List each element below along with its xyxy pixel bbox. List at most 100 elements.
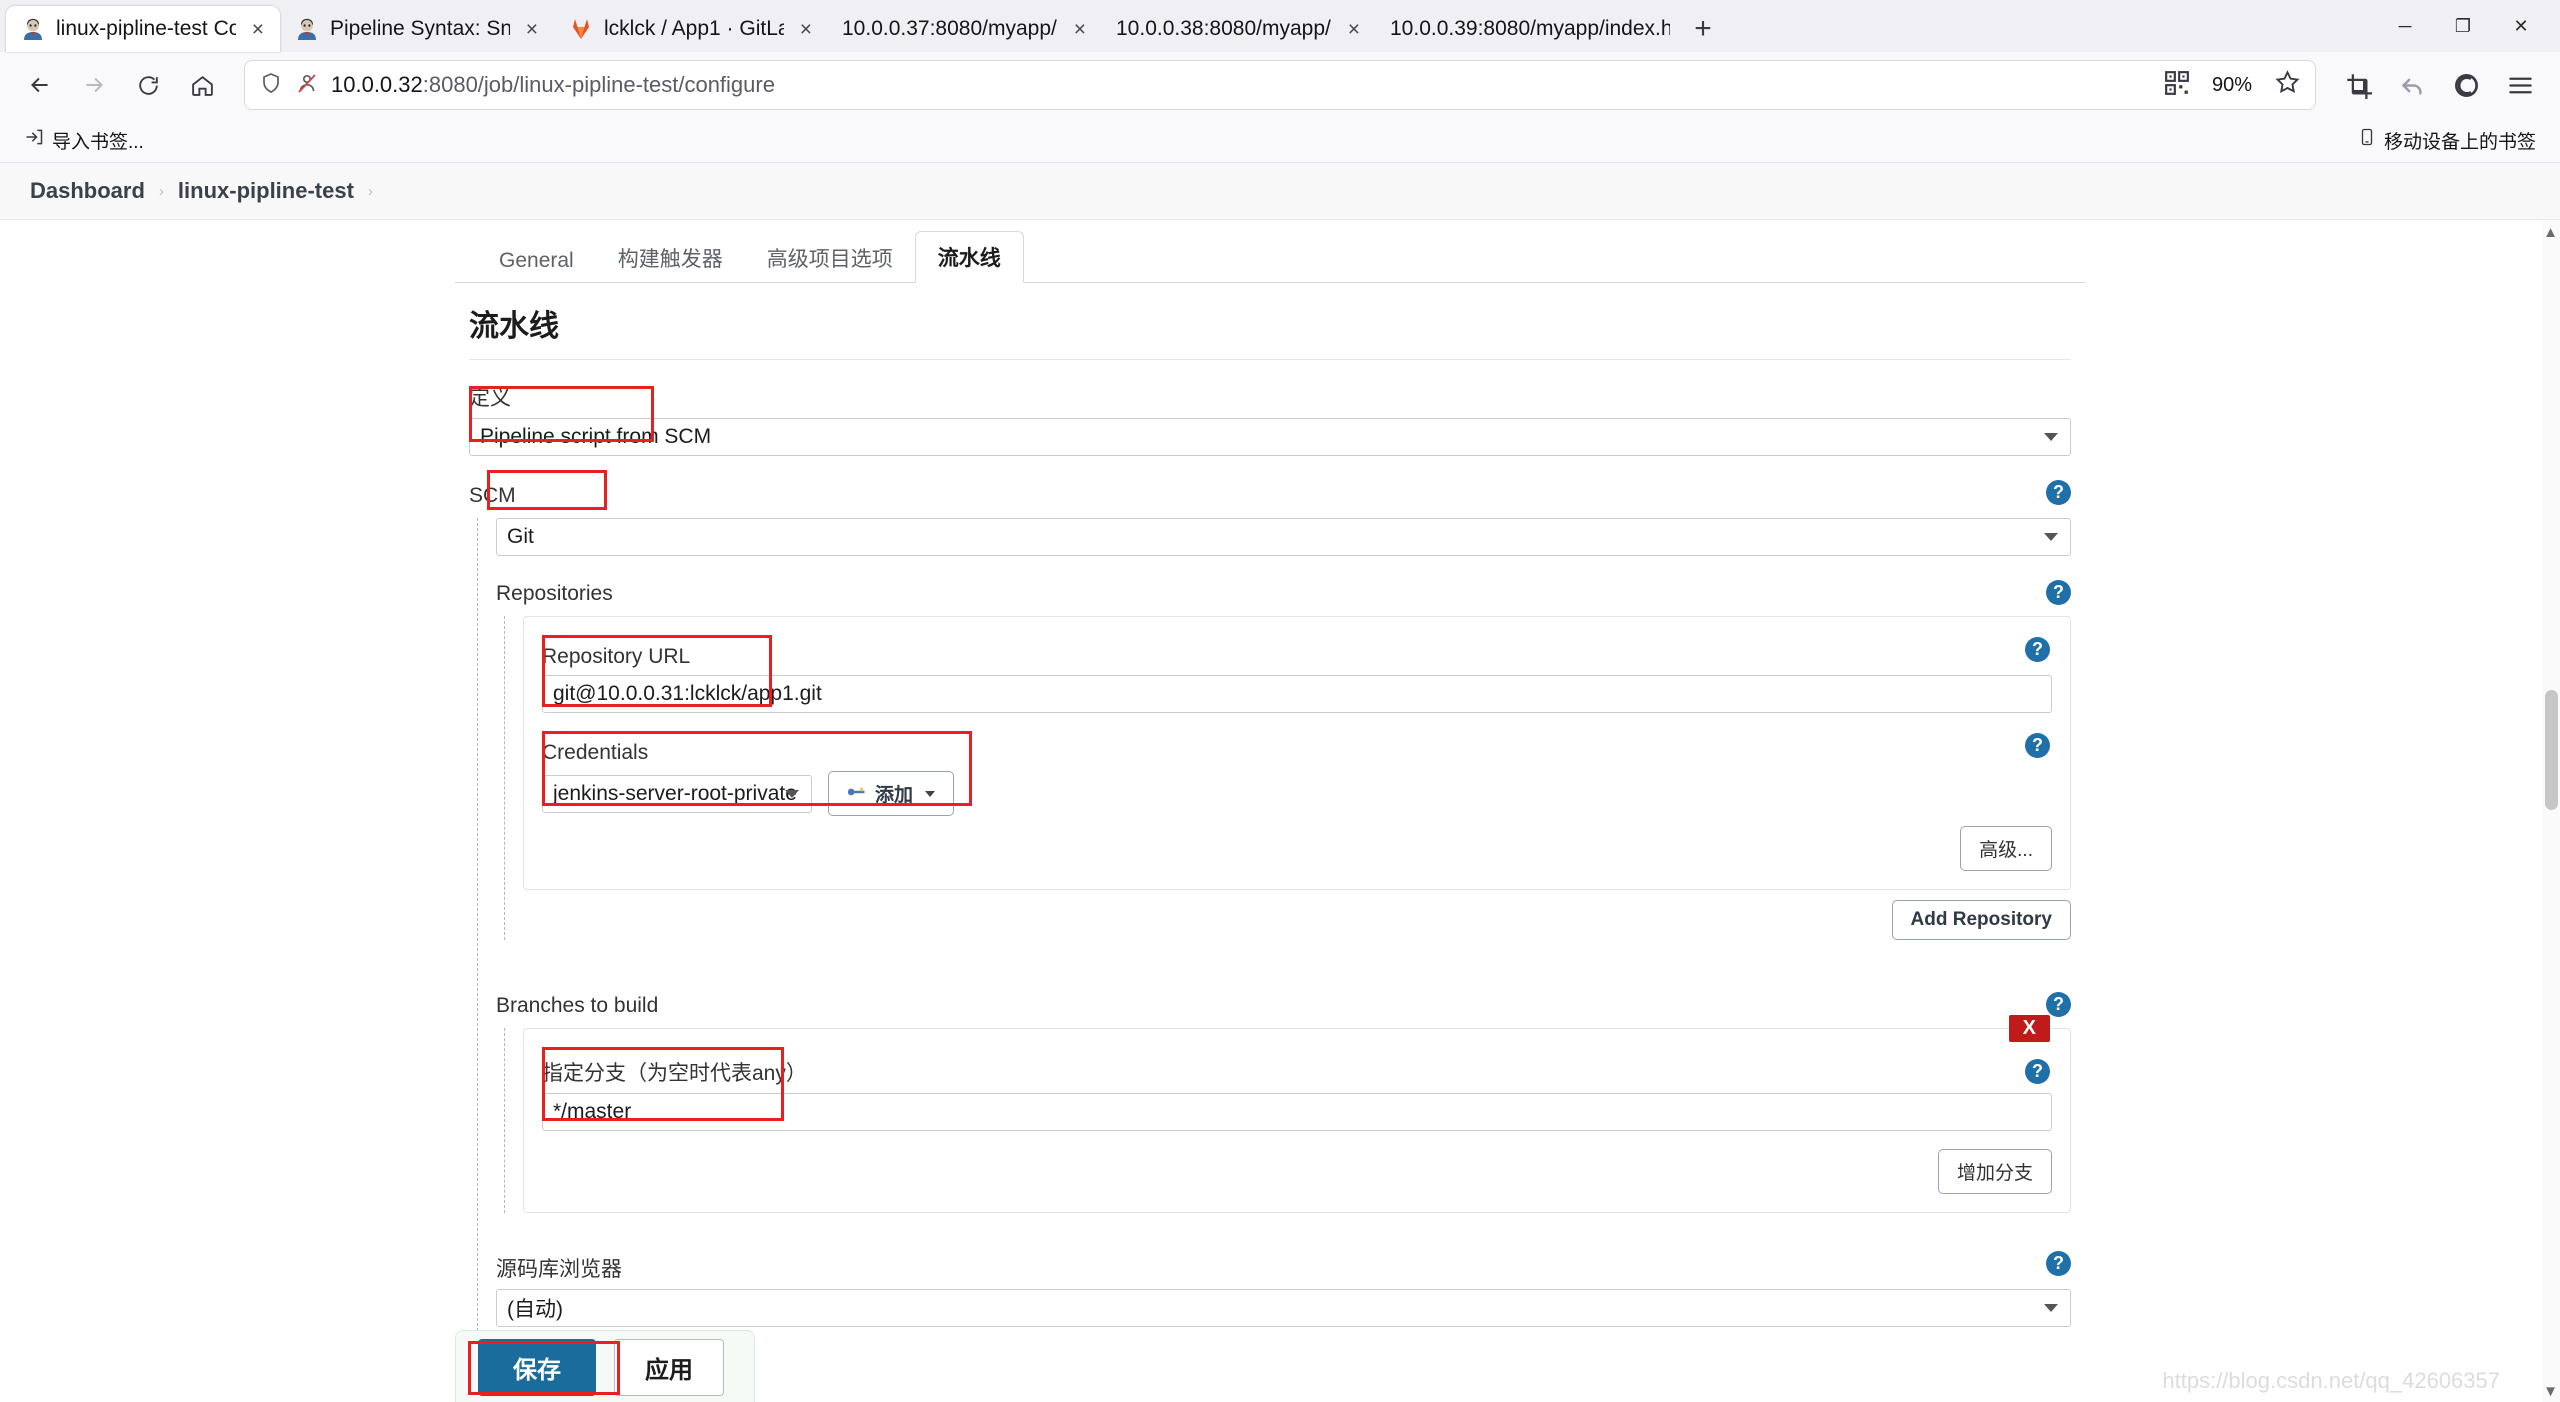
- browser-tab-1[interactable]: Pipeline Syntax: Snippet Gene ×: [280, 6, 554, 52]
- bookmark-label: 导入书签...: [52, 131, 144, 153]
- browser-tab-title: linux-pipline-test Config [Jen: [56, 17, 236, 40]
- watermark: https://blog.csdn.net/qq_42606357: [2162, 1368, 2500, 1393]
- branches-nested: X 指定分支（为空时代表any） ? */master 增加分支: [504, 1015, 2071, 1213]
- help-icon[interactable]: ?: [2025, 1059, 2050, 1084]
- help-icon[interactable]: ?: [2046, 992, 2071, 1017]
- address-bar-actions: 90%: [2164, 69, 2301, 101]
- back-button[interactable]: [16, 61, 64, 109]
- apply-button[interactable]: 应用: [614, 1338, 724, 1396]
- credentials-select[interactable]: jenkins-server-root-private: [542, 774, 812, 813]
- save-button[interactable]: 保存: [478, 1338, 596, 1396]
- tab-pipeline[interactable]: 流水线: [914, 231, 1024, 283]
- delete-branch-button[interactable]: X: [2008, 1015, 2050, 1042]
- credentials-label: Credentials: [542, 741, 649, 764]
- repository-url-input[interactable]: git@10.0.0.31:lcklck/app1.git: [542, 675, 2052, 713]
- branches-row: Branches to build ? X 指定分支（为空时代表any） ? *…: [496, 980, 2071, 1213]
- help-icon[interactable]: ?: [2046, 580, 2071, 605]
- close-icon[interactable]: ×: [1068, 19, 1092, 40]
- browser-tab-title: 10.0.0.37:8080/myapp/: [842, 17, 1057, 40]
- help-icon[interactable]: ?: [2046, 480, 2071, 505]
- close-icon[interactable]: ×: [794, 19, 818, 40]
- extension-icon[interactable]: [2442, 61, 2490, 109]
- maximize-button[interactable]: ❐: [2434, 8, 2492, 44]
- repository-browser-select[interactable]: (自动): [496, 1289, 2071, 1327]
- scm-label: SCM: [469, 484, 516, 507]
- credentials-value: jenkins-server-root-private: [553, 781, 797, 805]
- add-repository-row: Add Repository: [523, 890, 2071, 940]
- add-repository-button[interactable]: Add Repository: [1891, 900, 2071, 940]
- gitlab-icon: [568, 16, 594, 42]
- shield-icon[interactable]: [259, 71, 283, 100]
- breadcrumb-dashboard[interactable]: Dashboard: [30, 178, 145, 204]
- browser-tab-5[interactable]: 10.0.0.39:8080/myapp/index.html: [1376, 6, 1680, 52]
- home-button[interactable]: [178, 61, 226, 109]
- advanced-button[interactable]: 高级...: [1960, 826, 2052, 871]
- bookmark-label: 移动设备上的书签: [2383, 131, 2536, 153]
- browser-window: linux-pipline-test Config [Jen × Pipelin…: [0, 0, 2560, 1402]
- scm-value: Git: [507, 525, 534, 548]
- repository-url-value: git@10.0.0.31:lcklck/app1.git: [553, 682, 822, 705]
- credentials-row: Credentials ? jenkins-server-root-privat…: [542, 727, 2052, 816]
- definition-value: Pipeline script from SCM: [480, 425, 712, 448]
- add-branch-button[interactable]: 增加分支: [1937, 1149, 2052, 1194]
- tab-build-triggers[interactable]: 构建触发器: [596, 233, 745, 283]
- branch-block: X 指定分支（为空时代表any） ? */master 增加分支: [523, 1015, 2071, 1213]
- close-window-button[interactable]: ✕: [2492, 8, 2550, 44]
- minimize-button[interactable]: ─: [2376, 8, 2434, 44]
- forward-button[interactable]: [70, 61, 118, 109]
- chevron-down-icon: [925, 790, 936, 797]
- branch-specifier-input[interactable]: */master: [542, 1093, 2052, 1131]
- close-icon[interactable]: ×: [1342, 19, 1366, 40]
- page-scrollbar[interactable]: ▲ ▼: [2542, 220, 2560, 1402]
- breadcrumb-job[interactable]: linux-pipline-test: [178, 178, 354, 204]
- add-credentials-button[interactable]: 添加: [828, 771, 955, 816]
- browser-tab-title: Pipeline Syntax: Snippet Gene: [330, 17, 510, 40]
- chevron-down-icon: [2044, 433, 2058, 441]
- address-bar[interactable]: 10.0.0.32:8080/job/linux-pipline-test/co…: [244, 60, 2316, 110]
- screenshot-button[interactable]: [2334, 61, 2382, 109]
- branch-specifier-value: */master: [553, 1100, 632, 1123]
- tab-general[interactable]: General: [477, 239, 596, 283]
- definition-select[interactable]: Pipeline script from SCM: [469, 418, 2071, 456]
- zoom-level-indicator[interactable]: 90%: [2203, 71, 2260, 99]
- scm-select[interactable]: Git: [496, 518, 2071, 556]
- chevron-right-icon: ›: [367, 182, 373, 200]
- repository-url-row: Repository URL ? git@10.0.0.31:lcklck/ap…: [542, 631, 2052, 713]
- browser-tab-0[interactable]: linux-pipline-test Config [Jen ×: [6, 6, 280, 52]
- reload-button[interactable]: [124, 61, 172, 109]
- repositories-row: Repositories ? Repository URL ? git@10.0…: [496, 568, 2071, 940]
- page-viewport: Dashboard › linux-pipline-test › General…: [0, 163, 2560, 1402]
- url-text: 10.0.0.32:8080/job/linux-pipline-test/co…: [331, 72, 775, 98]
- undo-arrow-icon[interactable]: [2388, 61, 2436, 109]
- star-icon[interactable]: [2274, 69, 2301, 101]
- close-icon[interactable]: ×: [246, 19, 270, 40]
- chevron-down-icon: [2044, 1304, 2058, 1312]
- jenkins-icon: [294, 16, 320, 42]
- bookmark-mobile-bookmarks[interactable]: 移动设备上的书签: [2350, 124, 2544, 157]
- branches-label: Branches to build: [496, 994, 659, 1017]
- breadcrumb: Dashboard › linux-pipline-test ›: [0, 163, 2560, 220]
- advanced-button-row: 高级...: [542, 816, 2052, 871]
- definition-row: 定义 Pipeline script from SCM: [469, 360, 2071, 456]
- repository-browser-label: 源码库浏览器: [496, 1258, 622, 1281]
- scroll-down-icon[interactable]: ▼: [2543, 1383, 2558, 1400]
- new-tab-button[interactable]: +: [1680, 6, 1726, 52]
- qr-code-icon[interactable]: [2164, 70, 2190, 101]
- key-icon: [847, 783, 867, 805]
- scrollbar-thumb[interactable]: [2545, 690, 2558, 810]
- help-icon[interactable]: ?: [2025, 637, 2050, 662]
- no-tracking-icon[interactable]: [295, 71, 319, 100]
- config-form-area: General 构建触发器 高级项目选项 流水线 流水线 定义 Pipeline…: [0, 220, 2560, 1402]
- hamburger-menu-icon[interactable]: [2496, 61, 2544, 109]
- help-icon[interactable]: ?: [2046, 1251, 2071, 1276]
- bookmark-import-bookmarks[interactable]: 导入书签...: [16, 124, 152, 157]
- close-icon[interactable]: ×: [520, 19, 544, 40]
- repository-browser-row: 源码库浏览器 ? (自动): [496, 1239, 2071, 1327]
- browser-tab-4[interactable]: 10.0.0.38:8080/myapp/ ×: [1102, 6, 1376, 52]
- tab-advanced-options[interactable]: 高级项目选项: [745, 233, 915, 283]
- chevron-down-icon: [2044, 533, 2058, 541]
- browser-tab-2[interactable]: lcklck / App1 · GitLab ×: [554, 6, 828, 52]
- help-icon[interactable]: ?: [2025, 733, 2050, 758]
- scroll-up-icon[interactable]: ▲: [2543, 224, 2558, 241]
- browser-tab-3[interactable]: 10.0.0.37:8080/myapp/ ×: [828, 6, 1102, 52]
